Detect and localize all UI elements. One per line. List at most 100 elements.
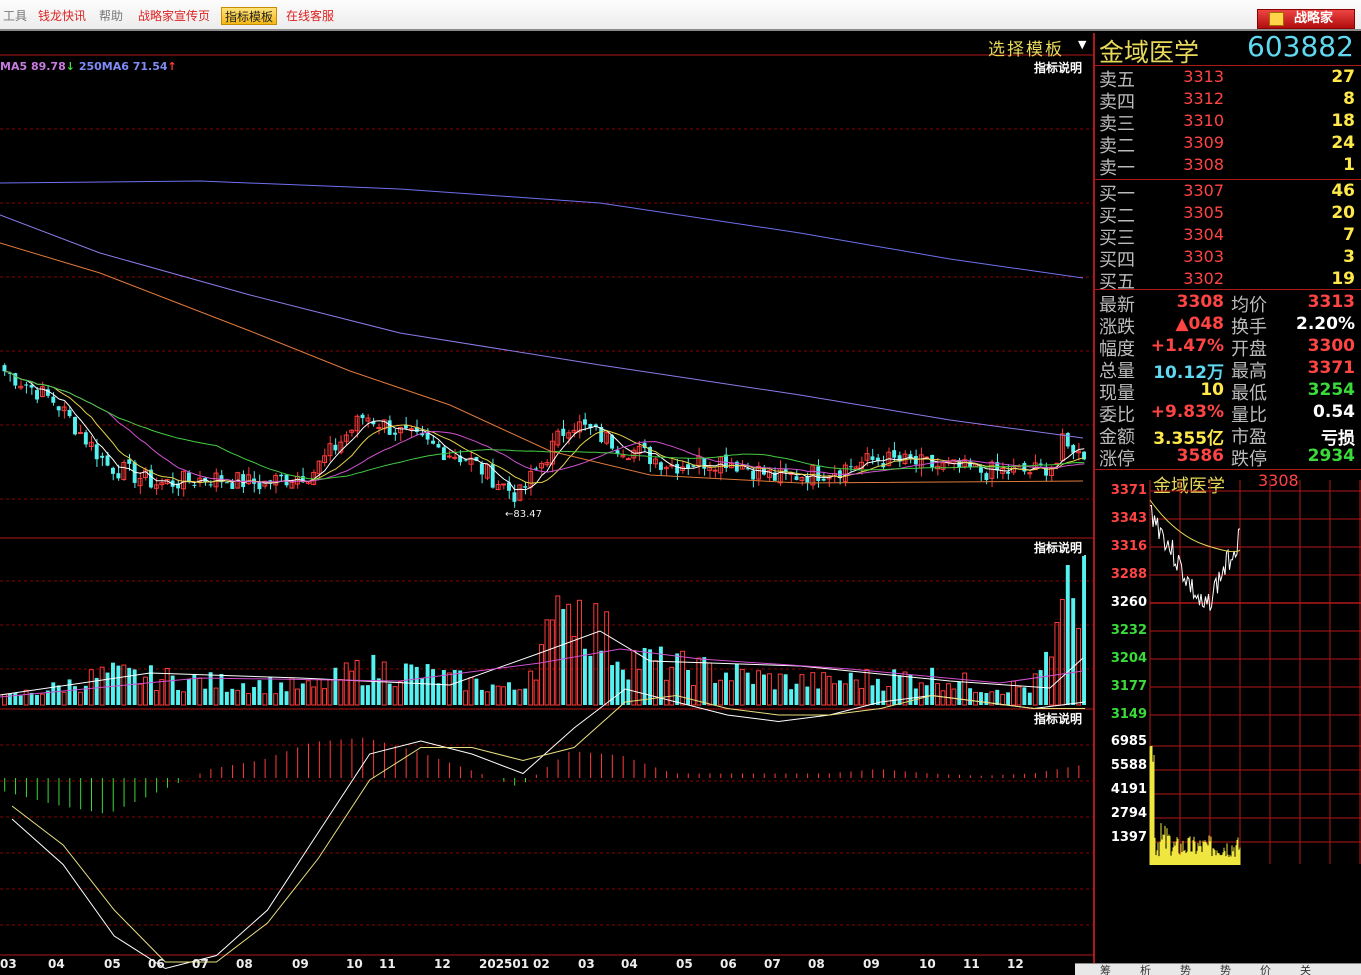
volume-bar-up [728, 680, 734, 706]
intraday-price-tick: 3371 [1110, 483, 1147, 498]
ask1-price[interactable]: 3308 [1160, 155, 1224, 174]
volume-bar-up [23, 689, 29, 706]
volume-bar-up [349, 670, 355, 706]
ask3-price[interactable]: 3310 [1160, 111, 1224, 130]
candle-up [376, 426, 382, 429]
volume-bar-down [51, 682, 56, 705]
intraday-price-tick: 3204 [1110, 651, 1147, 666]
ma-line-orange [0, 242, 1084, 484]
volume-bar-down [203, 688, 208, 705]
volume-bar-up [501, 686, 507, 706]
stock-name: 金域医学 [1099, 38, 1200, 67]
volume-bar-up [631, 649, 637, 706]
candle-down [794, 476, 799, 480]
menu-news[interactable]: 钱龙快讯 [35, 7, 89, 25]
candle-down [24, 384, 29, 386]
candle-down [224, 482, 229, 484]
candle-down [186, 472, 191, 482]
volume-bar-up [273, 693, 279, 706]
up-arrow-icon: ↑ [167, 60, 177, 73]
down-arrow-icon: ↓ [65, 60, 75, 73]
volume-bar-down [365, 685, 370, 705]
volume-bar-down [930, 667, 935, 705]
volume-bar-up [1076, 627, 1082, 706]
intraday-volume-tick: 1397 [1110, 830, 1147, 845]
bottom-tab[interactable]: 析 [1140, 962, 1151, 975]
x-tick-label: 07 [192, 957, 209, 971]
volume-bar-down [979, 692, 983, 705]
bid5-price[interactable]: 3302 [1160, 269, 1224, 288]
volume-bar-up [235, 689, 241, 706]
candle-down [561, 428, 566, 436]
candle-down [2, 365, 7, 372]
volume-bar-down [588, 655, 593, 705]
candle-up [446, 455, 452, 458]
x-tick-label: 11 [379, 957, 396, 971]
bid3-price[interactable]: 3304 [1160, 225, 1224, 244]
volume-bar-down [745, 672, 750, 705]
ask5-price[interactable]: 3313 [1160, 67, 1224, 86]
volume-bar-down [523, 688, 528, 705]
intraday-price-tick: 3260 [1110, 595, 1147, 610]
bid1-price[interactable]: 3307 [1160, 181, 1224, 200]
volume-bar-down [615, 661, 620, 705]
stock-code: 603882 [1247, 30, 1354, 63]
dropdown-arrow-icon[interactable]: ▼ [1078, 38, 1086, 51]
bid4-price[interactable]: 3303 [1160, 247, 1224, 266]
candle-down [208, 484, 213, 486]
ask2-price[interactable]: 3309 [1160, 133, 1224, 152]
volume-bar-down [192, 674, 197, 705]
x-tick-label: 06 [720, 957, 737, 971]
menu-template[interactable]: 指标模板 [221, 7, 278, 25]
volume-bar-down [875, 678, 880, 705]
x-tick-label: 12 [1007, 957, 1024, 971]
volume-bar-down [252, 687, 256, 705]
bid2-volume: 20 [1331, 203, 1355, 223]
menu-help[interactable]: 帮助 [96, 7, 126, 25]
x-tick-label: 05 [676, 957, 693, 971]
template-select[interactable]: 选择模板 [988, 35, 1064, 60]
bottom-tab[interactable]: 价 [1260, 962, 1271, 975]
brand-label: 战略家 [1294, 11, 1334, 26]
candle-down [35, 390, 39, 400]
volume-bar-down [957, 681, 962, 705]
candle-down [479, 463, 484, 475]
volume-bar-up [696, 657, 702, 706]
indicator-hint-macd[interactable]: 指标说明 [1032, 710, 1085, 727]
x-tick-label: 07 [764, 957, 781, 971]
volume-bar-down [561, 609, 566, 705]
bottom-tab[interactable]: 势 [1180, 962, 1191, 975]
intraday-volume-tick: 5588 [1110, 758, 1147, 773]
menu-tools[interactable]: 工具 [0, 7, 30, 25]
menu-service[interactable]: 在线客服 [283, 7, 337, 25]
candle-down [658, 462, 663, 470]
volume-bar-up [213, 687, 219, 706]
candle-down [333, 444, 338, 451]
chart-area[interactable] [0, 33, 1093, 975]
volume-bar-down [241, 683, 246, 705]
volume-bar-up [539, 644, 545, 706]
x-tick-label: 03 [0, 957, 17, 971]
volume-bar-down [176, 689, 181, 705]
bid2-price[interactable]: 3305 [1160, 203, 1224, 222]
ask4-price[interactable]: 3312 [1160, 89, 1224, 108]
volume-bar-up [821, 672, 827, 706]
volume-bar-down [279, 682, 284, 705]
volume-bar-down [94, 677, 99, 705]
volume-bar-down [300, 683, 305, 705]
bottom-tab[interactable]: 势 [1220, 962, 1231, 975]
menu-promo[interactable]: 战略家宣传页 [135, 7, 213, 25]
value-limit-down: 2934 [1307, 446, 1355, 466]
volume-bar-down [268, 677, 273, 705]
indicator-hint-main[interactable]: 指标说明 [1032, 59, 1085, 76]
volume-bar-up [99, 666, 105, 706]
volume-bar-down [403, 663, 408, 705]
bottom-tab[interactable]: 筹 [1100, 962, 1111, 975]
indicator-hint-volume[interactable]: 指标说明 [1032, 539, 1085, 556]
value-turnover: 2.20% [1296, 314, 1355, 334]
candle-down [94, 444, 99, 460]
volume-bar-up [495, 685, 501, 706]
brand-button[interactable]: 战略家 [1257, 9, 1355, 29]
bottom-tab[interactable]: 关 [1300, 962, 1311, 975]
volume-bar-down [913, 688, 918, 705]
